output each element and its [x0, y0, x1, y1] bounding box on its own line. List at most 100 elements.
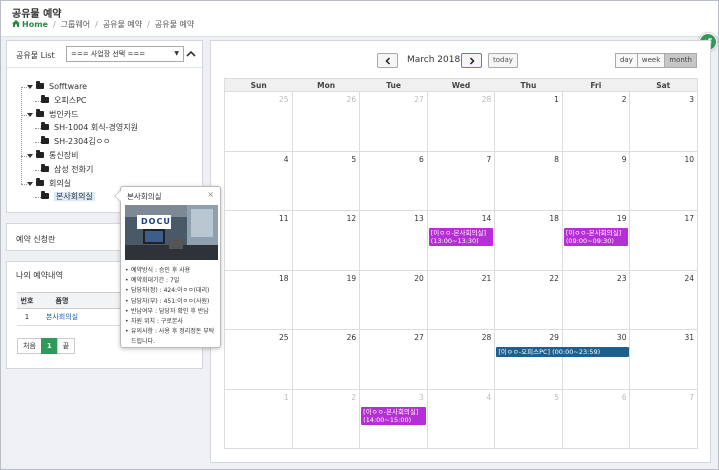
- page-first-button[interactable]: 처음: [17, 338, 42, 354]
- day-cell[interactable]: 17: [630, 211, 699, 271]
- day-cell[interactable]: 30: [562, 330, 631, 390]
- day-cell[interactable]: 11: [225, 211, 293, 271]
- day-cell[interactable]: 27: [360, 330, 428, 390]
- day-cell[interactable]: 4: [225, 151, 293, 211]
- day-cell[interactable]: 26: [292, 92, 361, 152]
- tree-item[interactable]: SH-2304김ㅇㅇ: [41, 136, 110, 147]
- day-cell[interactable]: 25: [225, 92, 293, 152]
- day-cell[interactable]: 22: [495, 270, 563, 330]
- calendar-title: March 2018: [407, 55, 461, 65]
- day-cell[interactable]: 4: [427, 389, 496, 449]
- day-cell[interactable]: 28: [427, 92, 496, 152]
- tree-item[interactable]: SH-1004 회식-경영지원: [41, 122, 138, 133]
- expand-arrow-icon[interactable]: [27, 85, 33, 89]
- day-cell[interactable]: 13: [360, 211, 428, 271]
- tree-item[interactable]: 오피스PC: [41, 94, 87, 106]
- day-number: 18: [279, 273, 289, 283]
- expand-arrow-icon[interactable]: [27, 154, 33, 158]
- day-cell[interactable]: 20: [360, 270, 428, 330]
- day-cell[interactable]: 2: [562, 92, 631, 152]
- day-cell[interactable]: 18: [225, 270, 293, 330]
- day-cell[interactable]: 14 [이ㅇㅇ-본사회의실] (13:00~13:30): [427, 211, 496, 271]
- tree-item[interactable]: Sofftware: [27, 81, 87, 92]
- day-cell[interactable]: 5: [495, 389, 563, 449]
- next-month-button[interactable]: [461, 53, 482, 68]
- calendar-event[interactable]: [이ㅇㅇ-본사회의실] (13:00~13:30): [428, 228, 494, 246]
- day-cell[interactable]: 10: [630, 151, 699, 211]
- day-cell[interactable]: 19 [이ㅇㅇ-본사회의실] (09:00~09:30): [562, 211, 631, 271]
- expand-arrow-icon[interactable]: [27, 181, 33, 186]
- day-number: 27: [414, 333, 424, 342]
- tree-item[interactable]: 삼성 전화기: [41, 163, 93, 175]
- day-cell[interactable]: 21: [427, 270, 496, 330]
- view-month-button[interactable]: month: [664, 53, 697, 68]
- day-number: 27: [414, 95, 424, 104]
- weekday-label: Fri: [590, 81, 602, 90]
- detail-item: 자원 위치 : 구로본사: [125, 317, 219, 327]
- collapse-icon[interactable]: [186, 49, 196, 59]
- breadcrumb: Home / 그룹웨어 / 공유물 예약 / 공유물 예약: [12, 19, 194, 30]
- site-select[interactable]: === 사업장 선택 === ▼: [66, 46, 184, 62]
- day-number: 25: [279, 95, 289, 104]
- day-cell[interactable]: 5: [292, 151, 361, 211]
- breadcrumb-resource[interactable]: 공유물 예약: [103, 20, 142, 29]
- calendar-event[interactable]: [이ㅇㅇ-본사회의실] (14:00~15:00): [361, 406, 426, 425]
- day-cell[interactable]: 8: [495, 151, 563, 211]
- weekday-label: Wed: [451, 81, 471, 90]
- resource-info-popover: 본사회의실 × DOCU 예약방식 : 승인 후 사용예약회대기간 : 7일담당…: [114, 186, 221, 348]
- page-last-button[interactable]: 끝: [56, 338, 76, 354]
- day-number: 12: [346, 214, 357, 223]
- day-number: 26: [346, 95, 357, 104]
- view-week-button[interactable]: week: [636, 53, 666, 68]
- day-cell[interactable]: 25: [225, 330, 293, 390]
- day-cell[interactable]: 19: [292, 270, 361, 330]
- day-number: 1: [554, 95, 559, 104]
- day-number: 2: [351, 392, 357, 402]
- pagination: 처음 1 끝: [17, 338, 76, 354]
- day-cell[interactable]: 18: [495, 211, 563, 271]
- reservation-name-link[interactable]: 본사회의실: [37, 308, 87, 326]
- tree-item[interactable]: 회의실: [27, 177, 71, 189]
- day-cell[interactable]: 1: [225, 389, 293, 449]
- day-cell[interactable]: 3 [이ㅇㅇ-본사회의실] (14:00~15:00): [360, 389, 428, 449]
- day-cell[interactable]: 12: [292, 211, 361, 271]
- day-cell[interactable]: 24: [630, 270, 699, 330]
- calendar-event[interactable]: [이ㅇㅇ-본사회의실] (09:00~09:30): [563, 228, 629, 246]
- day-cell[interactable]: 31: [630, 330, 699, 390]
- view-day-button[interactable]: day: [614, 53, 638, 68]
- breadcrumb-home[interactable]: Home: [22, 20, 48, 29]
- chevron-right-icon: [469, 57, 475, 65]
- tree-item[interactable]: 본사회의실: [41, 191, 95, 202]
- day-cell[interactable]: 23: [562, 270, 631, 330]
- close-icon[interactable]: ×: [207, 190, 214, 199]
- day-number: 19: [616, 214, 627, 223]
- folder-icon: [41, 191, 49, 200]
- page-1-button[interactable]: 1: [40, 338, 58, 354]
- day-cell[interactable]: 6: [360, 151, 428, 211]
- folder-icon: [41, 163, 49, 172]
- popover-title: 본사회의실: [127, 192, 162, 201]
- day-cell[interactable]: 7: [427, 151, 496, 211]
- day-cell[interactable]: 6: [562, 389, 631, 449]
- day-cell[interactable]: 1: [495, 92, 563, 152]
- day-cell[interactable]: 28: [427, 330, 496, 390]
- day-cell[interactable]: 26: [292, 330, 361, 390]
- today-button[interactable]: today: [488, 53, 518, 68]
- day-cell[interactable]: 9: [562, 151, 631, 211]
- day-cell[interactable]: 2: [292, 389, 361, 449]
- prev-month-button[interactable]: [377, 53, 398, 68]
- day-cell[interactable]: 7: [630, 389, 699, 449]
- meeting-room-photo: DOCU: [125, 205, 218, 260]
- tree-item[interactable]: 통신장비: [27, 150, 78, 161]
- day-cell[interactable]: 29 [이ㅇㅇ-오피스PC] (00:00~23:59): [495, 330, 630, 390]
- chevron-left-icon: [384, 57, 390, 65]
- breadcrumb-groupware[interactable]: 그룹웨어: [61, 20, 90, 29]
- day-cell[interactable]: 27: [360, 92, 428, 152]
- expand-arrow-icon[interactable]: [27, 112, 33, 117]
- day-cell[interactable]: 3: [630, 92, 699, 152]
- day-number: 7: [689, 392, 695, 402]
- day-number: 18: [549, 214, 559, 223]
- folder-icon: [41, 122, 49, 131]
- tree-item[interactable]: 법인카드: [27, 108, 78, 120]
- calendar-event[interactable]: [이ㅇㅇ-오피스PC] (00:00~23:59): [496, 347, 630, 357]
